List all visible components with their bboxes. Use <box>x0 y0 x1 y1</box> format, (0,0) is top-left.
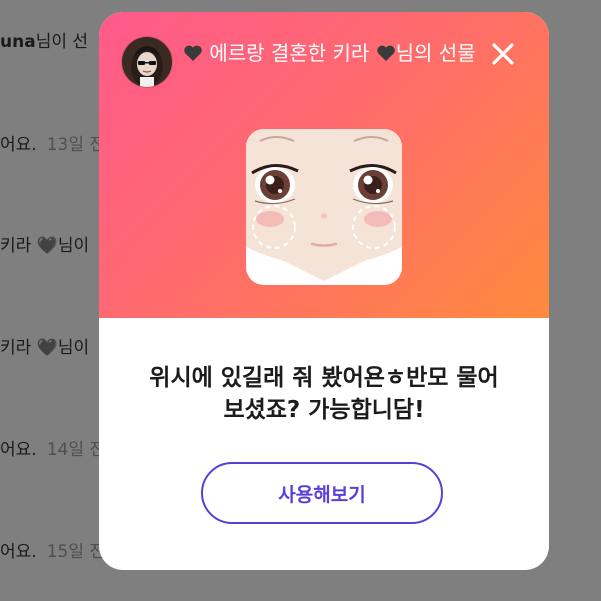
avatar <box>121 36 173 88</box>
feed-item: 키라 🖤님이 <box>0 338 90 358</box>
close-icon[interactable] <box>487 38 519 70</box>
feed-item: una님이 선 <box>0 32 89 52</box>
feed-item: 어요. 15일 전 <box>0 542 106 562</box>
feed-item: 키라 🖤님이 <box>0 236 90 256</box>
gift-modal: 에르랑 결혼한 키라 님의 선물 위시에 있길래 줘 봤어욘ㅎ반모 물어 보셨죠… <box>99 12 549 570</box>
feed-item: 어요. 13일 전 <box>0 135 106 155</box>
face-gift-image <box>246 129 402 285</box>
black-heart-icon <box>184 45 202 61</box>
use-button[interactable]: 사용해보기 <box>201 462 443 524</box>
black-heart-icon <box>376 45 395 61</box>
gift-title: 에르랑 결혼한 키라 님의 선물 <box>183 39 483 67</box>
gift-header: 에르랑 결혼한 키라 님의 선물 <box>99 12 549 318</box>
gift-message: 위시에 있길래 줘 봤어욘ㅎ반모 물어 보셨죠? 가능합니담! <box>149 365 499 423</box>
feed-item: 어요. 14일 전 <box>0 440 106 460</box>
